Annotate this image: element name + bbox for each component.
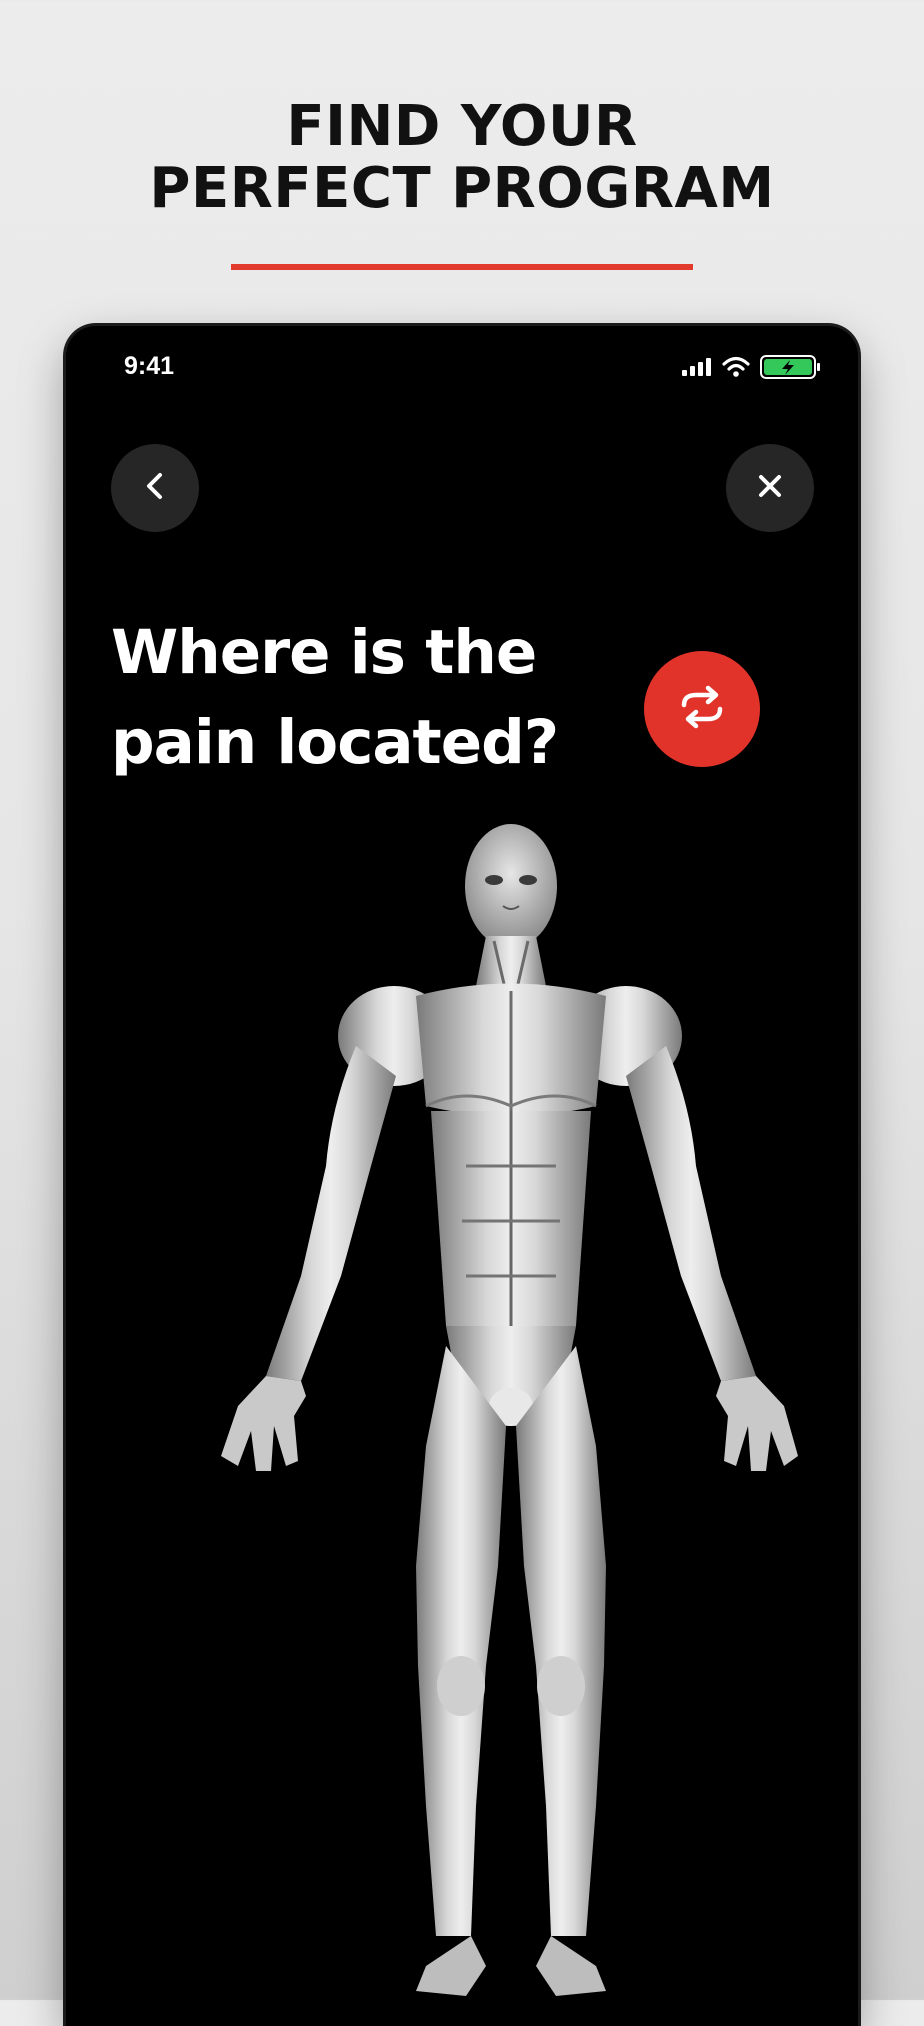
question-title: Where is the pain located? [111,608,631,788]
abdomen[interactable] [431,1111,591,1346]
left-leg[interactable] [416,1346,506,1996]
chevron-left-icon [141,469,169,508]
neck[interactable] [476,936,546,986]
right-arm[interactable] [626,1046,798,1471]
back-button[interactable] [111,444,199,532]
anatomy-figure[interactable] [126,806,798,2026]
rotate-view-button[interactable] [644,651,760,767]
close-icon [755,471,785,506]
status-icons [682,354,822,385]
question-line-1: Where is the [111,617,537,688]
left-arm[interactable] [221,1046,396,1471]
question-line-2: pain located? [111,707,559,778]
close-button[interactable] [726,444,814,532]
anatomy-body-map[interactable] [126,806,798,2026]
battery-charging-icon [760,354,822,385]
page-headline: FIND YOUR PERFECT PROGRAM [0,96,924,220]
cellular-signal-icon [682,357,712,382]
chest[interactable] [416,983,606,1117]
headline-line-2: PERFECT PROGRAM [149,156,775,221]
headline-underline [231,264,693,270]
status-time: 9:41 [124,352,175,380]
headline-line-1: FIND YOUR [286,94,638,159]
wifi-icon [722,356,750,383]
phone-screen: 9:41 Where is the pain located? [66,326,858,2026]
right-leg[interactable] [516,1346,606,1996]
head[interactable] [465,824,557,948]
rotate-view-icon [674,685,730,734]
